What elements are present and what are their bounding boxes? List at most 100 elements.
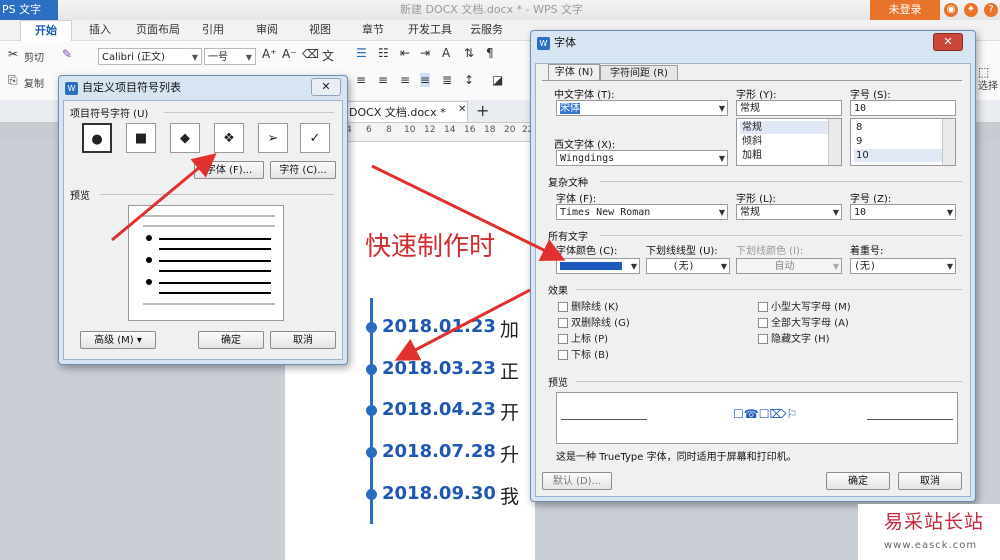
bullet-symbol-2[interactable]: ■ (126, 123, 156, 153)
shading-icon[interactable]: ◪ (492, 73, 503, 87)
menu-developer[interactable]: 开发工具 (408, 20, 452, 40)
superscript-checkbox[interactable]: 上标 (P) (558, 330, 608, 345)
new-tab-icon[interactable]: + (476, 101, 489, 120)
scrollbar[interactable] (828, 119, 841, 165)
font-size-combo[interactable]: 一号 ▼ (204, 48, 256, 65)
size-input[interactable]: 10 (850, 100, 956, 116)
complex-size-value: 10 (854, 207, 867, 218)
list-item[interactable]: 10 (854, 149, 943, 162)
chinese-layout-icon[interactable]: A (442, 46, 450, 60)
close-tab-icon[interactable]: ✕ (458, 104, 466, 115)
menu-references[interactable]: 引用 (202, 20, 224, 40)
skin-icon[interactable]: ◉ (944, 3, 958, 17)
menu-insert[interactable]: 插入 (89, 20, 111, 40)
settings-icon[interactable]: ✦ (964, 3, 978, 17)
checkbox[interactable] (558, 350, 568, 360)
select-button-label[interactable]: 选择 (978, 77, 998, 92)
numbered-list-icon[interactable]: ☷ (378, 46, 389, 60)
style-input[interactable]: 常规 (736, 100, 842, 116)
strikethrough-checkbox[interactable]: 删除线 (K) (558, 298, 619, 313)
shrink-font-icon[interactable]: A⁻ (282, 47, 297, 61)
indent-increase-icon[interactable]: ⇥ (420, 46, 430, 60)
copy-icon[interactable]: ⎘ (8, 73, 18, 88)
show-marks-icon[interactable]: ¶ (486, 46, 494, 60)
align-left-icon[interactable]: ≡ (356, 73, 366, 87)
font-button[interactable]: 字体 (F)... (194, 161, 264, 179)
menu-review[interactable]: 审阅 (256, 20, 278, 40)
character-button[interactable]: 字符 (C)... (270, 161, 336, 179)
underline-style-select[interactable]: (无) ▼ (646, 258, 730, 274)
style-list[interactable]: 常规 倾斜 加粗 (736, 118, 842, 166)
document-heading[interactable]: 快速制作时 (365, 226, 495, 263)
scrollbar[interactable] (942, 119, 955, 165)
format-painter-icon[interactable]: ✎ (62, 47, 72, 61)
size-list[interactable]: 8 9 10 (850, 118, 956, 166)
checkbox[interactable] (758, 318, 768, 328)
complex-style-select[interactable]: 常规 ▼ (736, 204, 842, 220)
menu-cloud[interactable]: 云服务 (470, 20, 503, 40)
checkbox[interactable] (758, 302, 768, 312)
ok-button[interactable]: 确定 (826, 472, 890, 490)
app-name[interactable]: PS 文字 (0, 0, 58, 20)
distribute-icon[interactable]: ≣ (442, 73, 452, 87)
menu-home[interactable]: 开始 (20, 20, 72, 41)
subscript-checkbox[interactable]: 下标 (B) (558, 346, 609, 361)
close-button[interactable]: ✕ (933, 33, 963, 51)
menu-page-layout[interactable]: 页面布局 (136, 20, 180, 40)
west-font-select[interactable]: Wingdings ▼ (556, 150, 728, 166)
list-item[interactable]: 8 (854, 121, 942, 134)
emphasis-select[interactable]: (无) ▼ (850, 258, 956, 274)
bullet-list-icon[interactable]: ☰ (356, 46, 367, 60)
ok-button[interactable]: 确定 (198, 331, 264, 349)
checkbox[interactable] (558, 302, 568, 312)
copy-button-label[interactable]: 复制 (24, 75, 44, 90)
advanced-button[interactable]: 高级 (M) ▾ (80, 331, 156, 349)
complex-font-select[interactable]: Times New Roman ▼ (556, 204, 728, 220)
cn-font-select[interactable]: 宋体 ▼ (556, 100, 728, 116)
close-button[interactable]: ✕ (311, 78, 341, 96)
help-icon[interactable]: ? (984, 3, 998, 17)
complex-size-select[interactable]: 10 ▼ (850, 204, 956, 220)
checkbox[interactable] (558, 334, 568, 344)
align-center-icon[interactable]: ≡ (378, 73, 388, 87)
checkbox-label: 双删除线 (G) (571, 318, 630, 329)
list-item[interactable]: 加粗 (740, 149, 828, 162)
phonetic-icon[interactable]: 文 (322, 47, 334, 64)
default-button[interactable]: 默认 (D)... (542, 472, 612, 490)
font-color-select[interactable]: ▼ (556, 258, 640, 274)
cut-button-label[interactable]: 剪切 (24, 49, 44, 64)
hidden-text-checkbox[interactable]: 隐藏文字 (H) (758, 330, 830, 345)
bullet-symbol-6[interactable]: ✓ (300, 123, 330, 153)
double-strikethrough-checkbox[interactable]: 双删除线 (G) (558, 314, 630, 329)
login-button[interactable]: 未登录 (870, 0, 940, 20)
cancel-button[interactable]: 取消 (270, 331, 336, 349)
list-item[interactable]: 倾斜 (740, 135, 828, 148)
menu-section[interactable]: 章节 (362, 20, 384, 40)
tab-character-spacing[interactable]: 字符间距 (R) (600, 65, 678, 81)
checkbox[interactable] (558, 318, 568, 328)
cut-icon[interactable]: ✂ (8, 47, 18, 61)
list-item[interactable]: 常规 (740, 121, 829, 134)
bullet-symbol-4[interactable]: ❖ (214, 123, 244, 153)
justify-icon[interactable]: ≡ (420, 73, 431, 87)
menu-view[interactable]: 视图 (309, 20, 331, 40)
sort-icon[interactable]: ⇅ (464, 46, 474, 60)
cancel-button[interactable]: 取消 (898, 472, 962, 490)
line-spacing-icon[interactable]: ↕ (464, 73, 474, 87)
indent-decrease-icon[interactable]: ⇤ (400, 46, 410, 60)
document-tab[interactable]: DOCX 文档.docx * (338, 101, 468, 122)
tab-font[interactable]: 字体 (N) (548, 64, 600, 81)
grow-font-icon[interactable]: A⁺ (262, 47, 277, 61)
bullet-symbol-5[interactable]: ➢ (258, 123, 288, 153)
small-caps-checkbox[interactable]: 小型大写字母 (M) (758, 298, 851, 313)
ruler-tick: 12 (424, 125, 436, 135)
all-caps-checkbox[interactable]: 全部大写字母 (A) (758, 314, 849, 329)
checkbox[interactable] (758, 334, 768, 344)
bullet-symbol-1[interactable]: ● (82, 123, 112, 153)
clear-format-icon[interactable]: ⌫ (302, 47, 319, 61)
font-name-combo[interactable]: Calibri (正文) ▼ (98, 48, 202, 65)
timeline-date: 2018.01.23 (382, 316, 496, 337)
list-item[interactable]: 9 (854, 135, 942, 148)
bullet-symbol-3[interactable]: ◆ (170, 123, 200, 153)
align-right-icon[interactable]: ≡ (400, 73, 410, 87)
